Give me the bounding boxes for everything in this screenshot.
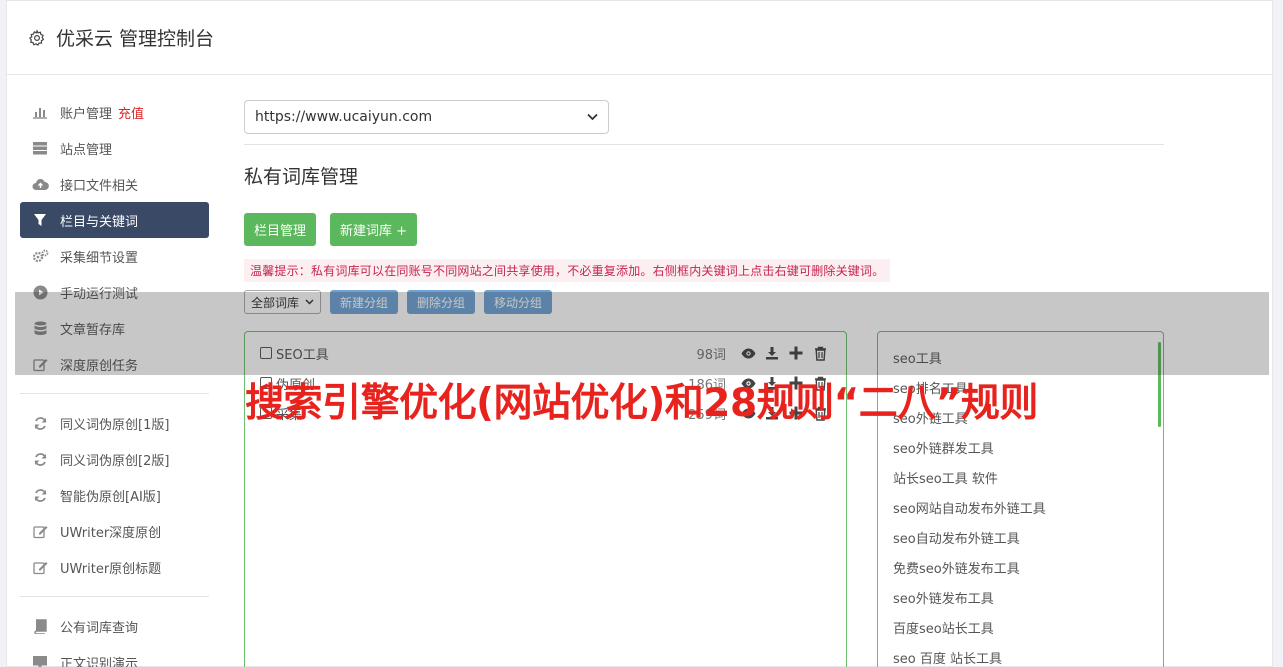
keyword-item[interactable]: seo自动发布外链工具: [878, 522, 1163, 552]
keyword-item[interactable]: 站长seo工具 软件: [878, 462, 1163, 492]
sidebar-item[interactable]: 栏目与关键词: [20, 202, 209, 238]
tip-text: 温馨提示：私有词库可以在同账号不同网站之间共享使用，不必重复添加。右侧框内关键词…: [244, 259, 891, 282]
cloud-upload-icon: [30, 178, 50, 191]
filter-icon: [30, 213, 50, 227]
sidebar-item-label: 公有词库查询: [60, 620, 139, 636]
sidebar-item[interactable]: 同义词伪原创[2版]: [20, 441, 209, 477]
edit-icon: [30, 560, 50, 575]
edit-icon: [30, 524, 50, 539]
keyword-item[interactable]: 免费seo外链发布工具: [878, 552, 1163, 582]
refresh-icon: [30, 488, 50, 503]
watermark-title: 搜索引擎优化(网站优化)和28规则“二八”规则: [245, 381, 1038, 426]
sidebar-item[interactable]: 接口文件相关: [20, 166, 209, 202]
main-divider: [244, 144, 1164, 145]
site-select[interactable]: https://www.ucaiyun.com: [244, 100, 609, 134]
action-buttons: 栏目管理 新建词库 +: [244, 213, 1164, 246]
new-library-button[interactable]: 新建词库 +: [330, 213, 418, 246]
refresh-icon: [30, 452, 50, 467]
sidebar-item[interactable]: 站点管理: [20, 130, 209, 166]
book-icon: [30, 618, 50, 634]
chevron-down-icon: [587, 109, 598, 125]
recharge-link[interactable]: 充值: [118, 103, 144, 122]
keyword-item[interactable]: seo外链发布工具: [878, 582, 1163, 612]
console-title: 优采云 管理控制台: [56, 28, 215, 50]
sidebar-item-label: 栏目与关键词: [60, 214, 139, 230]
sidebar-item[interactable]: 账户管理 充值: [20, 94, 209, 130]
sidebar-item[interactable]: 采集细节设置: [20, 238, 209, 274]
sidebar-item-label: 同义词伪原创[2版]: [60, 453, 170, 469]
bar-chart-icon: [30, 105, 50, 119]
column-manage-button[interactable]: 栏目管理: [244, 213, 317, 246]
site-select-value: https://www.ucaiyun.com: [255, 109, 433, 125]
sidebar-item-label: 采集细节设置: [60, 250, 139, 266]
keyword-item[interactable]: seo网站自动发布外链工具: [878, 492, 1163, 522]
keyword-item[interactable]: seo 百度 站长工具: [878, 642, 1163, 667]
sidebar-item[interactable]: 智能伪原创[AI版]: [20, 477, 209, 513]
sidebar-item[interactable]: 正文识别演示: [20, 644, 209, 667]
sidebar-item-label: 正文识别演示: [60, 656, 139, 667]
sidebar-item[interactable]: 公有词库查询: [20, 608, 209, 644]
server-icon: [30, 141, 50, 155]
sidebar-item-label: UWriter深度原创: [60, 525, 162, 541]
image-overlay-band: [15, 292, 1269, 375]
sidebar-item-label: 账户管理: [60, 106, 113, 122]
gears-icon: [30, 249, 50, 264]
page-title: 私有词库管理: [244, 166, 359, 188]
monitor-icon: [30, 655, 50, 667]
sidebar-item[interactable]: UWriter原创标题: [20, 549, 209, 585]
sidebar-item-label: UWriter原创标题: [60, 561, 162, 577]
sidebar-item-label: 智能伪原创[AI版]: [60, 489, 161, 505]
keyword-item[interactable]: seo外链群发工具: [878, 432, 1163, 462]
sidebar-divider: [20, 596, 209, 597]
main-content: https://www.ucaiyun.com 私有词库管理 栏目管理 新建词库…: [244, 100, 1164, 314]
sidebar-item-label: 站点管理: [60, 142, 113, 158]
keyword-item[interactable]: 百度seo站长工具: [878, 612, 1163, 642]
sidebar-item[interactable]: UWriter深度原创: [20, 513, 209, 549]
header: 优采云 管理控制台: [7, 1, 1272, 75]
gear-icon: [27, 28, 47, 48]
sidebar-item-label: 接口文件相关: [60, 178, 139, 194]
